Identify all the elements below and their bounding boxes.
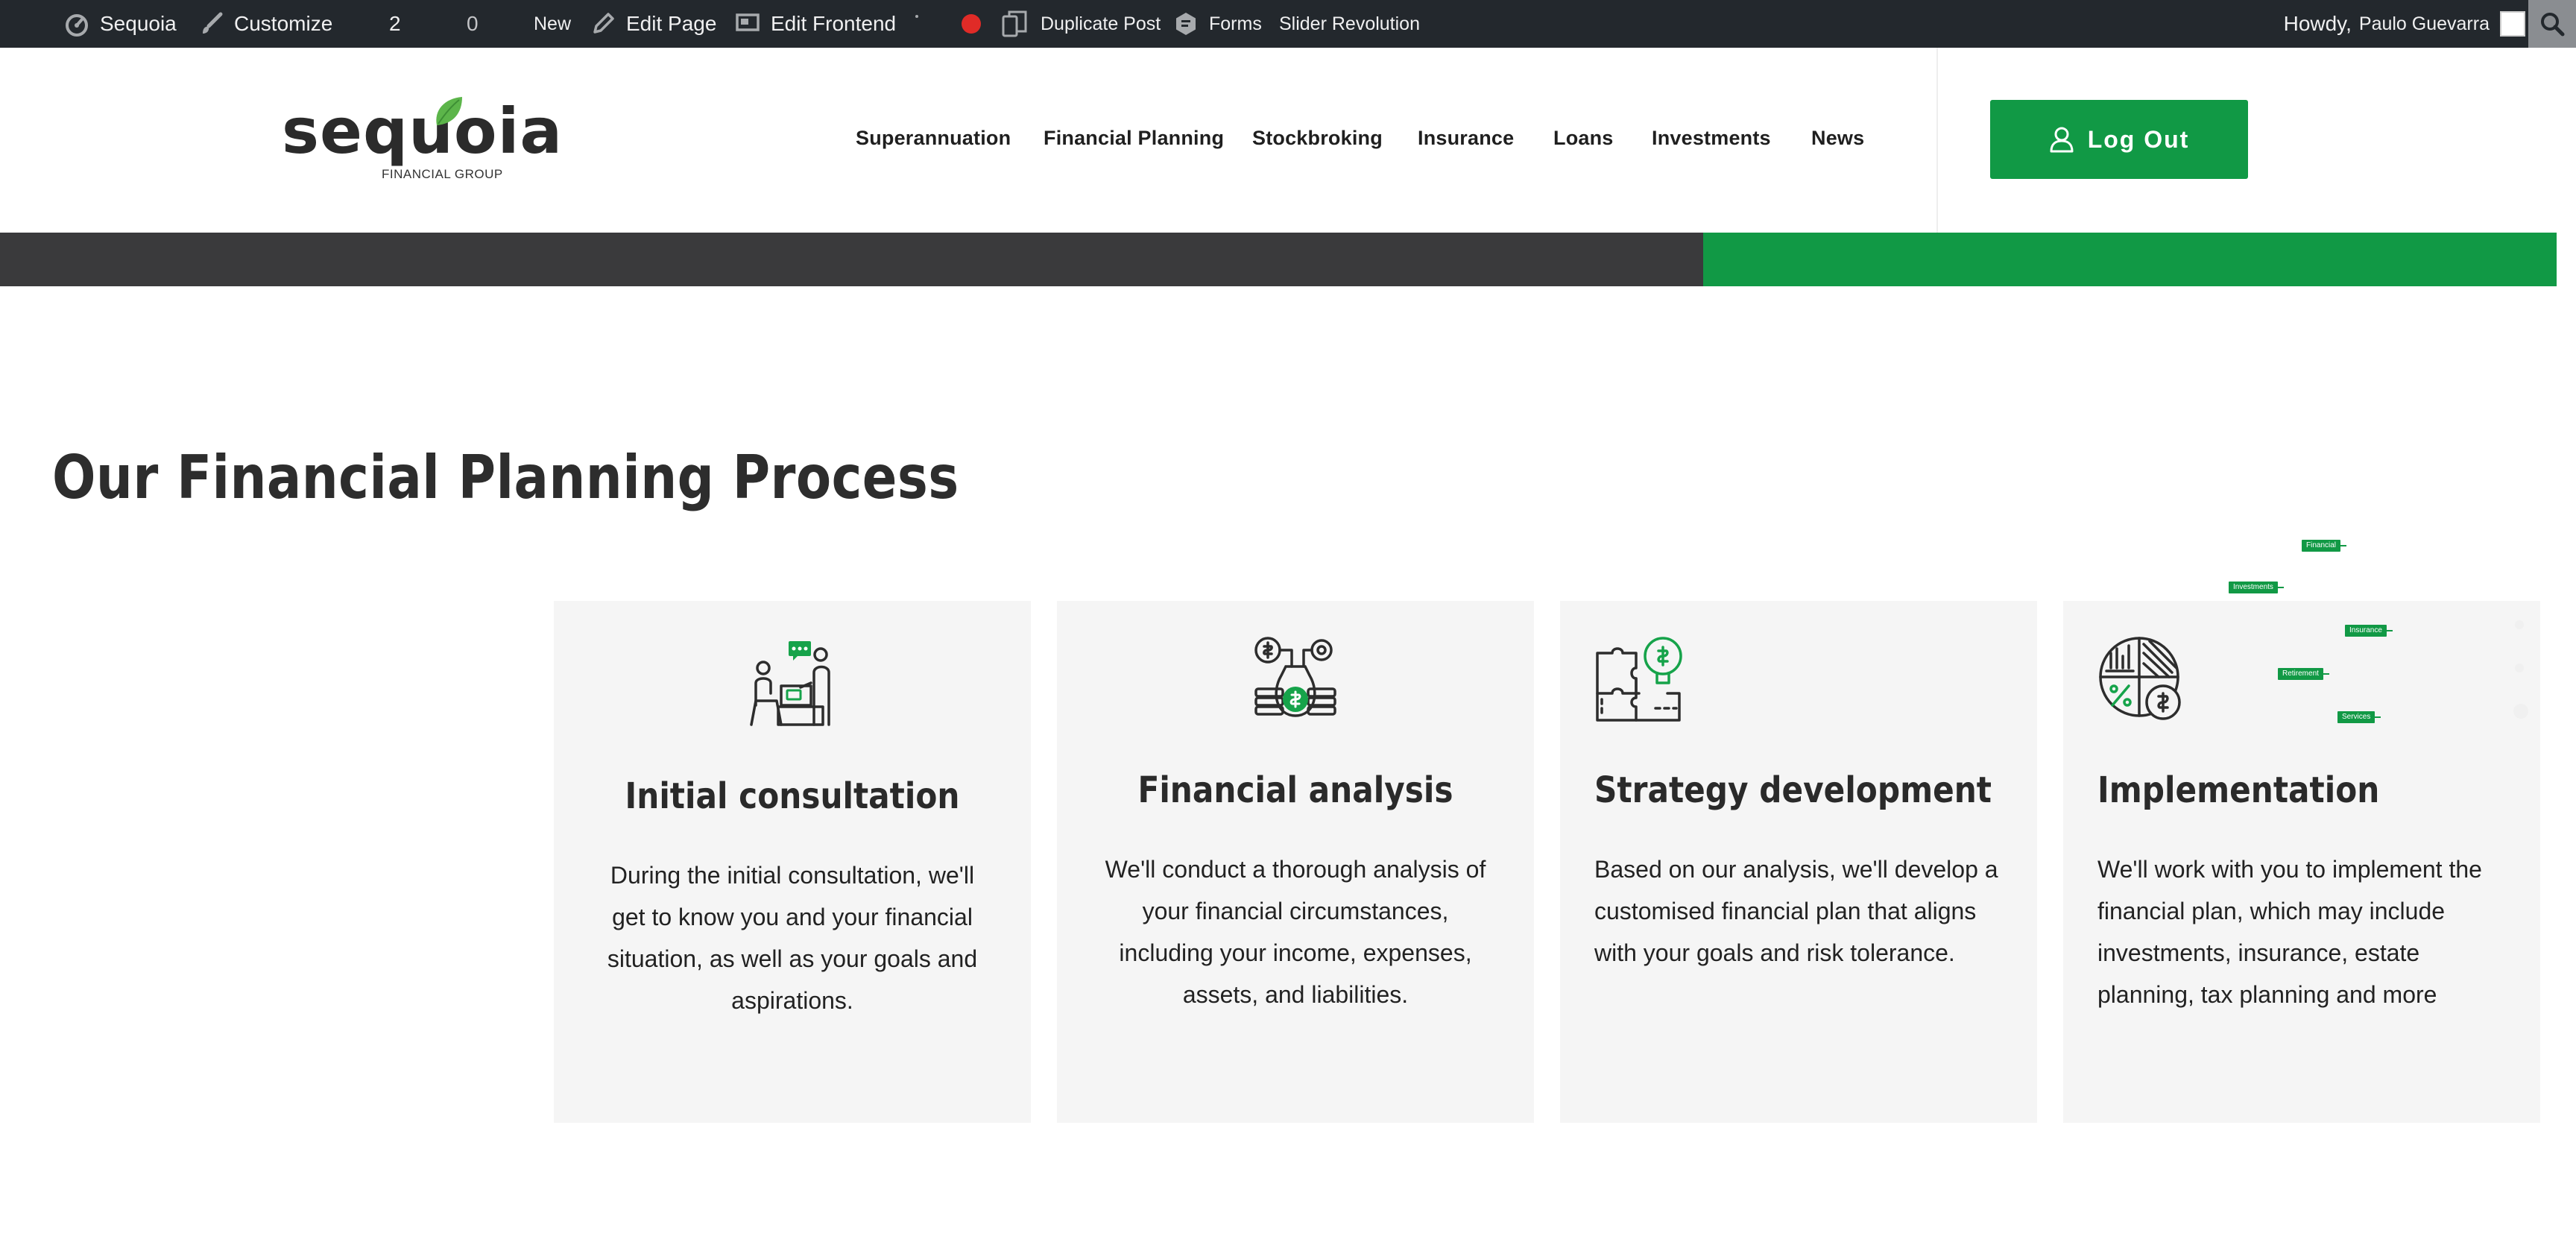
- admin-recording[interactable]: [962, 0, 981, 48]
- process-card-consultation: Initial consultation During the initial …: [554, 601, 1031, 1123]
- updates-count: 2: [389, 12, 401, 35]
- process-card-strategy-development: Strategy development Based on our analys…: [1560, 601, 2037, 1123]
- card-body: Based on our analysis, we'll develop a c…: [1594, 856, 1998, 966]
- nav-insurance[interactable]: Insurance: [1418, 127, 1514, 150]
- decorative-dot: [2515, 620, 2524, 629]
- brush-icon: [203, 12, 223, 34]
- admin-site-name: Sequoia: [100, 12, 177, 35]
- header-divider: [1936, 48, 1938, 233]
- admin-customize[interactable]: Customize: [198, 0, 332, 48]
- section-title: Our Financial Planning Process: [52, 443, 959, 512]
- consultation-icon: [750, 641, 830, 726]
- card-title: Initial consultation: [625, 775, 960, 817]
- card-title: Financial analysis: [1137, 769, 1453, 811]
- admin-updates[interactable]: 2: [373, 0, 401, 48]
- search-icon: [2541, 13, 2565, 37]
- strategy-icon: [1596, 637, 1682, 722]
- floating-tag[interactable]: Services: [2337, 711, 2381, 723]
- admin-new-label: New: [534, 13, 572, 34]
- decorative-stripe-dark: [0, 233, 1703, 286]
- admin-edit-page-label: Edit Page: [626, 12, 717, 35]
- admin-customize-label: Customize: [234, 12, 333, 35]
- decorative-stripe-green: [1703, 233, 2557, 286]
- financial-analysis-icon: [1254, 637, 1336, 717]
- admin-new[interactable]: New: [534, 0, 571, 48]
- floating-tag[interactable]: Investments: [2229, 582, 2284, 593]
- nav-financial-planning[interactable]: Financial Planning: [1044, 127, 1224, 150]
- main-nav: Superannuation Financial Planning Stockb…: [0, 48, 1908, 233]
- forms-icon: [1176, 13, 1196, 35]
- card-title: Implementation: [2097, 769, 2380, 811]
- duplicate-icon: [1002, 10, 1027, 37]
- dashboard-icon: [66, 14, 88, 37]
- nav-loans[interactable]: Loans: [1553, 127, 1614, 150]
- nav-investments[interactable]: Investments: [1652, 127, 1771, 150]
- comments-count: 0: [467, 12, 479, 35]
- admin-forms-label: Forms: [1209, 13, 1262, 34]
- site-header: sequoia FINANCIAL GROUP Superannuation F…: [0, 48, 2576, 233]
- admin-duplicate-post-label: Duplicate Post: [1041, 13, 1161, 34]
- card-body: During the initial consultation, we'll g…: [607, 862, 978, 1014]
- admin-forms[interactable]: Forms: [1173, 0, 1262, 48]
- logout-button[interactable]: Log Out: [1990, 100, 2248, 179]
- pencil-icon: [593, 13, 614, 34]
- implementation-icon: [2099, 637, 2181, 720]
- nav-superannuation[interactable]: Superannuation: [856, 127, 1011, 150]
- admin-account[interactable]: Howdy, Paulo Guevarra: [2284, 0, 2525, 48]
- user-name: Paulo Guevarra: [2358, 13, 2490, 34]
- card-body: We'll work with you to implement the fin…: [2097, 856, 2482, 1008]
- admin-slider-revolution[interactable]: Slider Revolution: [1279, 0, 1420, 48]
- logout-label: Log Out: [2087, 125, 2190, 153]
- admin-slider-revolution-label: Slider Revolution: [1279, 13, 1420, 34]
- process-card-financial-analysis: Financial analysis We'll conduct a thoro…: [1057, 601, 1534, 1123]
- floating-tag[interactable]: Insurance: [2345, 625, 2393, 637]
- admin-small-dot: [915, 0, 918, 48]
- admin-edit-frontend-label: Edit Frontend: [771, 12, 897, 35]
- monitor-icon: [736, 13, 760, 31]
- card-title: Strategy development: [1594, 769, 1992, 811]
- admin-search-button[interactable]: [2528, 0, 2576, 48]
- decorative-dot: [2515, 664, 2524, 672]
- nav-news[interactable]: News: [1811, 127, 1864, 150]
- user-icon: [2050, 127, 2074, 153]
- howdy-label: Howdy,: [2283, 12, 2352, 35]
- admin-edit-page[interactable]: Edit Page: [590, 0, 716, 48]
- admin-comments[interactable]: 0: [450, 0, 479, 48]
- avatar: [2500, 11, 2525, 37]
- floating-tag[interactable]: Financial: [2302, 540, 2347, 552]
- decorative-dot: [2513, 704, 2528, 719]
- record-dot-icon: [962, 14, 981, 34]
- nav-stockbroking[interactable]: Stockbroking: [1252, 127, 1383, 150]
- card-body: We'll conduct a thorough analysis of you…: [1105, 856, 1486, 1008]
- admin-edit-frontend[interactable]: Edit Frontend: [735, 0, 896, 48]
- admin-site-menu[interactable]: Sequoia: [64, 0, 177, 48]
- admin-bar: Sequoia Customize 2 0 New Edit Page Edit…: [0, 0, 2576, 48]
- floating-tag[interactable]: Retirement: [2278, 668, 2329, 680]
- admin-duplicate-post[interactable]: Duplicate Post: [1000, 0, 1161, 48]
